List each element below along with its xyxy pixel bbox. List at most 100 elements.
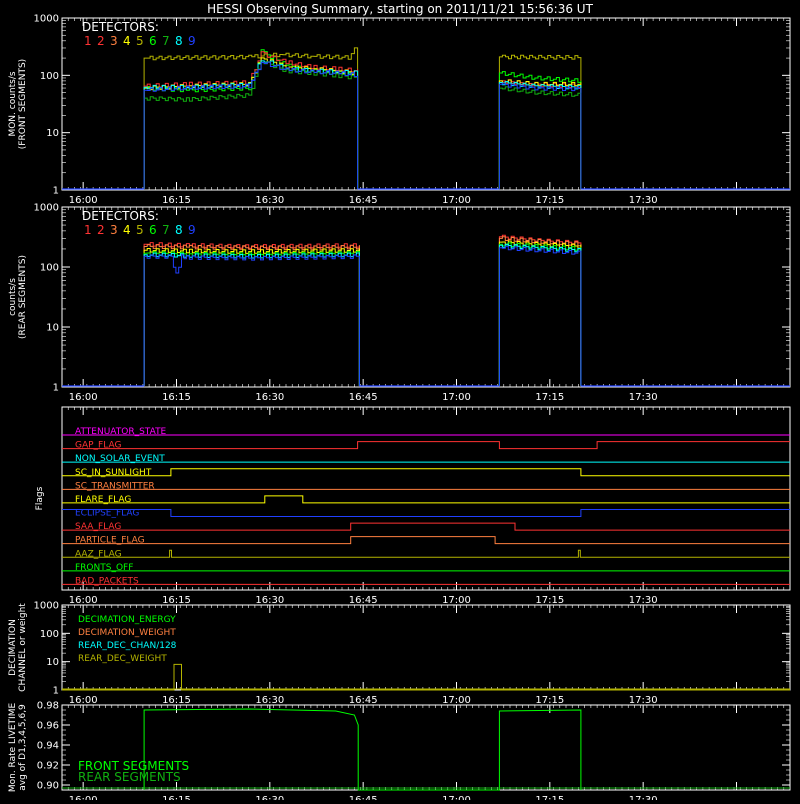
- y-tick-label: 1000: [34, 203, 59, 214]
- flag-label: FRONTS_OFF: [75, 563, 133, 573]
- flag-label: ECLIPSE_FLAG: [75, 509, 139, 519]
- x-tick-label: 17:30: [629, 392, 658, 403]
- x-tick-label: 16:00: [69, 695, 98, 706]
- y-tick-label: 1: [53, 186, 59, 197]
- x-tick-label: 17:30: [629, 195, 658, 206]
- x-tick-label: 16:00: [69, 392, 98, 403]
- legend-entry: DECIMATION_ENERGY: [78, 615, 176, 625]
- x-tick-label: 16:45: [349, 795, 378, 800]
- y-tick-label: 0.90: [37, 781, 59, 792]
- legend-title: DETECTORS:: [82, 209, 159, 223]
- x-tick-label: 16:45: [349, 392, 378, 403]
- flag-label: PARTICLE_FLAG: [75, 536, 145, 546]
- x-tick-label: 16:15: [162, 695, 191, 706]
- y-axis-label: avg of D1,3,4,5,6,9: [18, 704, 28, 791]
- y-tick-label: 1: [53, 686, 59, 697]
- x-tick-label: 16:30: [255, 392, 284, 403]
- legend-entry: 6: [149, 34, 157, 48]
- y-tick-label: 100: [40, 71, 59, 82]
- summary-chart-canvas: HESSI Observing Summary, starting on 201…: [0, 0, 800, 804]
- y-axis-label: (FRONT SEGMENTS): [18, 59, 28, 149]
- x-tick-label: 17:15: [535, 695, 564, 706]
- y-tick-label: 100: [40, 263, 59, 274]
- x-tick-label: 17:30: [629, 795, 658, 800]
- legend-entry: 7: [162, 223, 170, 237]
- y-tick-label: 1000: [34, 14, 59, 25]
- x-tick-label: 17:15: [535, 595, 564, 606]
- legend-entry: 8: [175, 34, 183, 48]
- x-tick-label: 16:15: [162, 195, 191, 206]
- y-tick-label: 0.98: [37, 701, 59, 712]
- x-tick-label: 16:00: [69, 595, 98, 606]
- x-tick-label: 16:15: [162, 595, 191, 606]
- x-tick-label: 16:15: [162, 392, 191, 403]
- flag-label: ATTENUATOR_STATE: [75, 427, 167, 437]
- x-tick-label: 17:00: [442, 695, 471, 706]
- flag-label: AAZ_FLAG: [75, 549, 122, 559]
- chart-title: HESSI Observing Summary, starting on 201…: [207, 2, 593, 16]
- y-tick-label: 100: [40, 629, 59, 640]
- legend-entry: 1: [84, 223, 92, 237]
- x-tick-label: 17:00: [442, 392, 471, 403]
- y-axis-label: Flags: [35, 486, 45, 510]
- y-axis-label: CHANNEL or weight: [18, 603, 28, 692]
- legend-title: DETECTORS:: [82, 20, 159, 34]
- x-tick-label: 16:30: [255, 795, 284, 800]
- x-tick-label: 16:30: [255, 595, 284, 606]
- x-tick-label: 17:00: [442, 795, 471, 800]
- y-tick-label: 1000: [34, 601, 59, 612]
- x-tick-label: 17:00: [442, 595, 471, 606]
- x-tick-label: 17:30: [629, 695, 658, 706]
- x-tick-label: 16:00: [69, 795, 98, 800]
- x-tick-label: 16:15: [162, 795, 191, 800]
- x-tick-label: 16:45: [349, 195, 378, 206]
- y-tick-label: 0.94: [37, 741, 59, 752]
- y-tick-label: 10: [46, 657, 59, 668]
- y-axis-label: Mon. Rate LIVETIME: [8, 703, 18, 793]
- y-tick-label: 0.96: [37, 721, 59, 732]
- flag-label: NON_SOLAR_EVENT: [75, 454, 165, 464]
- x-tick-label: 17:00: [442, 195, 471, 206]
- x-tick-label: 16:30: [255, 195, 284, 206]
- legend-entry: 5: [136, 223, 144, 237]
- y-tick-label: 10: [46, 128, 59, 139]
- legend-entry: REAR SEGMENTS: [78, 770, 181, 784]
- legend-entry: 9: [188, 34, 196, 48]
- flag-label: SAA_FLAG: [75, 522, 121, 532]
- y-axis-label: counts/s: [8, 278, 18, 316]
- legend-entry: 5: [136, 34, 144, 48]
- legend-entry: 4: [123, 223, 131, 237]
- y-axis-label: DECIMATION: [8, 619, 18, 676]
- x-tick-label: 17:15: [535, 195, 564, 206]
- x-tick-label: 16:00: [69, 195, 98, 206]
- legend-entry: 2: [97, 34, 105, 48]
- x-tick-label: 17:15: [535, 795, 564, 800]
- legend-entry: 2: [97, 223, 105, 237]
- flag-label: BAD_PACKETS: [75, 576, 139, 586]
- x-tick-label: 17:30: [629, 595, 658, 606]
- flag-label: SC_IN_SUNLIGHT: [75, 468, 152, 478]
- y-tick-label: 0.92: [37, 761, 59, 772]
- legend-entry: REAR_DEC_CHAN/128: [78, 641, 177, 651]
- y-axis-label: (REAR SEGMENTS): [18, 255, 28, 339]
- legend-entry: 6: [149, 223, 157, 237]
- legend-entry: 1: [84, 34, 92, 48]
- legend-entry: 3: [110, 223, 118, 237]
- x-tick-label: 16:30: [255, 695, 284, 706]
- legend-entry: 9: [188, 223, 196, 237]
- flag-label: GAP_FLAG: [75, 441, 121, 451]
- legend-entry: 4: [123, 34, 131, 48]
- x-tick-label: 16:45: [349, 695, 378, 706]
- y-tick-label: 1: [53, 383, 59, 394]
- legend-entry: REAR_DEC_WEIGHT: [78, 654, 167, 664]
- flag-label: FLARE_FLAG: [75, 495, 131, 505]
- x-tick-label: 16:45: [349, 595, 378, 606]
- legend-entry: DECIMATION_WEIGHT: [78, 628, 176, 638]
- legend-entry: 7: [162, 34, 170, 48]
- legend-entry: 3: [110, 34, 118, 48]
- x-tick-label: 17:15: [535, 392, 564, 403]
- hessi-summary-figure: HESSI Observing Summary, starting on 201…: [0, 0, 800, 804]
- y-tick-label: 10: [46, 323, 59, 334]
- y-axis-label: MON. counts/s: [8, 71, 18, 136]
- legend-entry: 8: [175, 223, 183, 237]
